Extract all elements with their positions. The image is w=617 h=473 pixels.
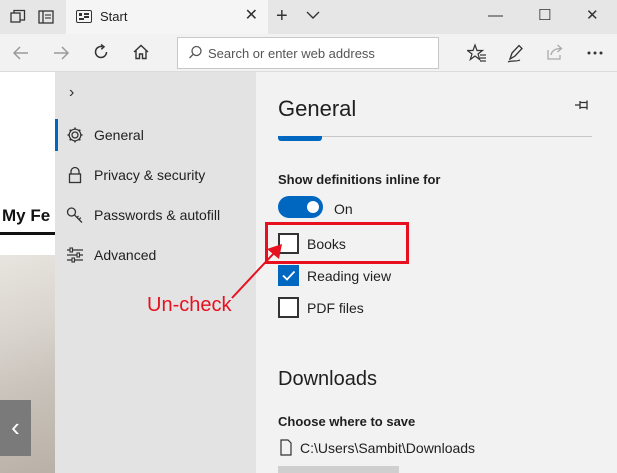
settings-panel: General Show definitions inline for On B…	[256, 72, 617, 473]
close-tab-icon[interactable]: ✕	[245, 8, 258, 24]
title-bar: Start ✕ + — ☐ ✕	[0, 0, 617, 34]
feed-underline	[0, 232, 55, 235]
sidebar-item-label: Passwords & autofill	[94, 207, 221, 223]
tabs-aside-icon[interactable]	[38, 9, 54, 25]
back-arrow-icon[interactable]	[12, 44, 30, 62]
web-note-pen-icon[interactable]	[507, 43, 525, 63]
lock-icon	[68, 166, 82, 184]
address-bar[interactable]	[177, 37, 439, 69]
sidebar-item-advanced[interactable]: Advanced	[55, 235, 256, 275]
definitions-toggle[interactable]	[278, 196, 323, 218]
search-icon	[189, 45, 202, 59]
panel-title: General	[278, 96, 357, 121]
sidebar-item-label: General	[94, 127, 144, 143]
settings-sidebar: › General Privacy & security Passwords &…	[55, 72, 256, 473]
pin-icon[interactable]	[574, 98, 590, 112]
highlight-box	[265, 222, 409, 264]
tab-title: Start	[100, 9, 128, 24]
pdf-files-checkbox[interactable]	[278, 297, 299, 318]
tab-start[interactable]: Start ✕	[66, 0, 268, 34]
start-page-content: My Fe ‹	[0, 72, 55, 473]
start-page-icon	[76, 10, 92, 23]
sidebar-item-label: Privacy & security	[94, 167, 206, 183]
maximize-button[interactable]: ☐	[538, 6, 551, 26]
new-tab-button[interactable]: +	[276, 6, 288, 26]
sliders-icon	[67, 247, 83, 263]
sidebar-item-general[interactable]: General	[55, 115, 256, 155]
sidebar-item-label: Advanced	[94, 247, 157, 263]
reading-view-label[interactable]: Reading view	[307, 268, 391, 284]
minimize-button[interactable]: —	[488, 6, 503, 26]
previous-toggle-edge	[278, 136, 322, 141]
chevron-down-icon[interactable]	[306, 8, 320, 22]
expand-chevron-icon[interactable]: ›	[69, 84, 74, 102]
navigation-bar	[0, 34, 617, 72]
checkmark-icon	[282, 270, 296, 281]
reading-view-checkbox[interactable]	[278, 265, 299, 286]
definitions-heading: Show definitions inline for	[278, 172, 441, 187]
more-options-icon[interactable]	[586, 50, 604, 56]
sidebar-item-passwords-autofill[interactable]: Passwords & autofill	[55, 195, 256, 235]
scroll-divider	[278, 136, 592, 137]
feed-heading: My Fe	[2, 206, 51, 225]
key-icon	[66, 207, 83, 223]
refresh-icon[interactable]	[92, 43, 110, 61]
save-location-heading: Choose where to save	[278, 414, 416, 429]
favorites-star-icon[interactable]	[467, 43, 487, 63]
sidebar-item-privacy-security[interactable]: Privacy & security	[55, 155, 256, 195]
annotation-label: Un-check	[147, 294, 232, 316]
tab-preview-icon[interactable]	[10, 9, 26, 25]
home-icon[interactable]	[132, 43, 150, 61]
address-input[interactable]	[208, 38, 434, 68]
file-icon	[280, 439, 292, 456]
downloads-heading: Downloads	[278, 368, 377, 390]
share-icon[interactable]	[546, 43, 564, 61]
pdf-files-label[interactable]: PDF files	[307, 300, 364, 316]
close-window-button[interactable]: ✕	[586, 6, 599, 26]
toggle-state-label: On	[334, 201, 353, 217]
gear-icon	[67, 127, 83, 143]
toggle-knob	[307, 201, 319, 213]
feed-previous-button[interactable]: ‹	[0, 400, 31, 456]
download-path: C:\Users\Sambit\Downloads	[300, 440, 476, 456]
forward-arrow-icon[interactable]	[52, 44, 70, 62]
change-location-button[interactable]	[278, 466, 399, 473]
